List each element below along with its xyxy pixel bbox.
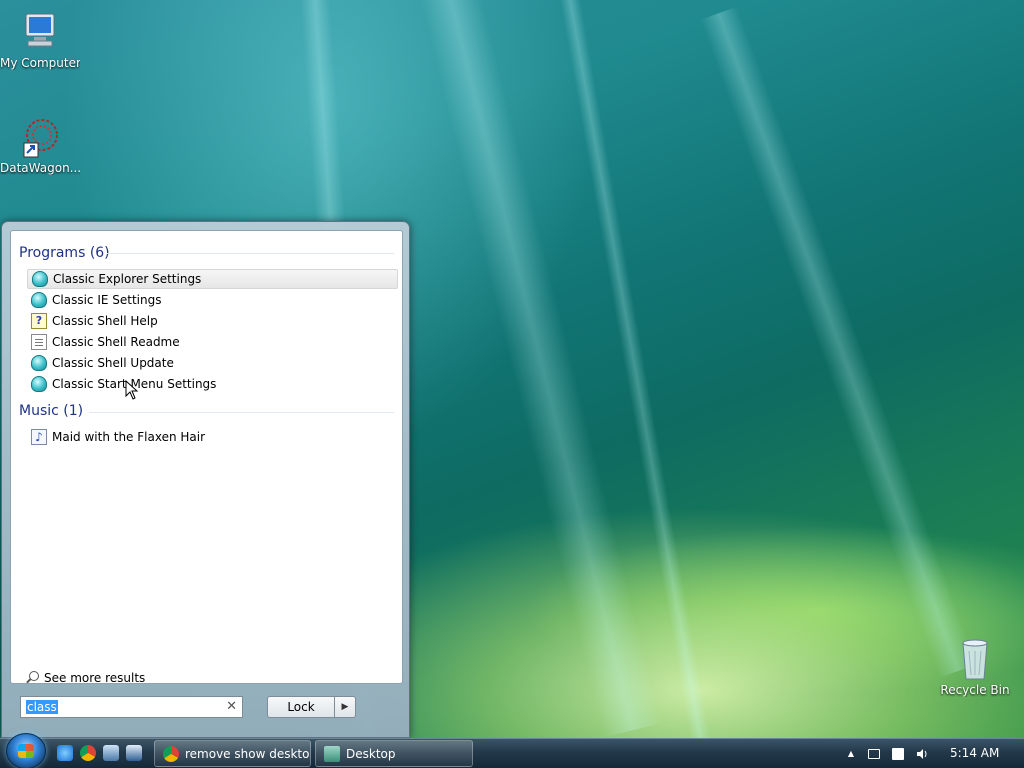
classic-shell-icon [31, 292, 47, 308]
clear-search-icon[interactable]: ✕ [226, 699, 237, 714]
show-desktop-icon[interactable] [103, 745, 119, 761]
folder-icon [324, 745, 340, 762]
datawagon-icon [18, 115, 62, 159]
result-classic-ie-settings[interactable]: Classic IE Settings [27, 290, 398, 310]
taskbar-button-chrome[interactable]: remove show deskto... [154, 740, 311, 767]
see-more-results-link[interactable]: See more results [25, 671, 145, 685]
help-file-icon: ? [31, 313, 47, 329]
wallpaper-streak [700, 6, 978, 678]
taskbar-button-label: Desktop [346, 746, 396, 761]
start-search-box[interactable]: class ✕ [20, 696, 243, 718]
chrome-icon [163, 745, 179, 762]
desktop-icon-label: My Computer [0, 56, 80, 70]
result-classic-shell-readme[interactable]: Classic Shell Readme [27, 332, 398, 352]
result-maid-with-the-flaxen-hair[interactable]: ♪ Maid with the Flaxen Hair [27, 427, 398, 447]
start-button[interactable] [6, 733, 46, 768]
group-header-programs: Programs (6) [19, 245, 110, 261]
result-classic-explorer-settings[interactable]: Classic Explorer Settings [27, 269, 398, 289]
action-center-flag-icon[interactable] [892, 748, 904, 760]
group-header-music: Music (1) [19, 403, 84, 419]
search-icon [25, 671, 39, 685]
lock-button[interactable]: Lock [267, 696, 335, 718]
result-label: Classic Shell Update [52, 356, 174, 370]
classic-shell-icon [32, 271, 48, 287]
show-hidden-icons-arrow-icon[interactable]: ▲ [844, 747, 858, 761]
classic-shell-icon [31, 355, 47, 371]
mouse-cursor-icon [125, 380, 139, 400]
shutdown-options-arrow-icon[interactable]: ▶ [334, 696, 356, 718]
result-label: Classic IE Settings [52, 293, 162, 307]
result-label: Maid with the Flaxen Hair [52, 430, 206, 444]
result-classic-start-menu-settings[interactable]: Classic Start Menu Settings [27, 374, 398, 394]
desktop-icon-recycle-bin[interactable]: Recycle Bin [935, 637, 1015, 697]
desktop-icon-label: Recycle Bin [940, 683, 1010, 697]
group-divider [89, 412, 394, 413]
system-clock[interactable]: 5:14 AM [950, 746, 999, 760]
search-results-panel: Programs (6) Classic Explorer Settings C… [10, 230, 403, 685]
desktop-icon-datawagon[interactable]: DataWagon... [0, 115, 80, 175]
see-more-label: See more results [44, 671, 146, 685]
computer-icon [18, 10, 62, 54]
desktop-icon-my-computer[interactable]: My Computer [0, 10, 80, 70]
classic-shell-icon [31, 376, 47, 392]
result-classic-shell-update[interactable]: Classic Shell Update [27, 353, 398, 373]
notification-area: ▲ 5:14 AM [840, 740, 1024, 768]
group-divider [107, 253, 394, 254]
chrome-icon[interactable] [80, 745, 96, 761]
result-classic-shell-help[interactable]: ? Classic Shell Help [27, 311, 398, 331]
network-icon[interactable] [868, 749, 880, 759]
result-label: Classic Shell Readme [52, 335, 180, 349]
result-label: Classic Explorer Settings [53, 272, 202, 286]
desktop-icon-label: DataWagon... [0, 161, 80, 175]
start-menu: Programs (6) Classic Explorer Settings C… [1, 221, 410, 738]
taskbar-button-desktop[interactable]: Desktop [315, 740, 473, 767]
search-selected-text: class [26, 700, 58, 714]
internet-explorer-icon[interactable] [57, 745, 73, 761]
volume-icon[interactable] [915, 747, 929, 761]
switch-windows-icon[interactable] [126, 745, 142, 761]
text-document-icon [31, 334, 47, 350]
music-file-icon: ♪ [31, 429, 47, 445]
result-label: Classic Shell Help [52, 314, 158, 328]
taskbar-button-label: remove show deskto... [185, 746, 311, 761]
recycle-bin-icon [953, 637, 997, 681]
